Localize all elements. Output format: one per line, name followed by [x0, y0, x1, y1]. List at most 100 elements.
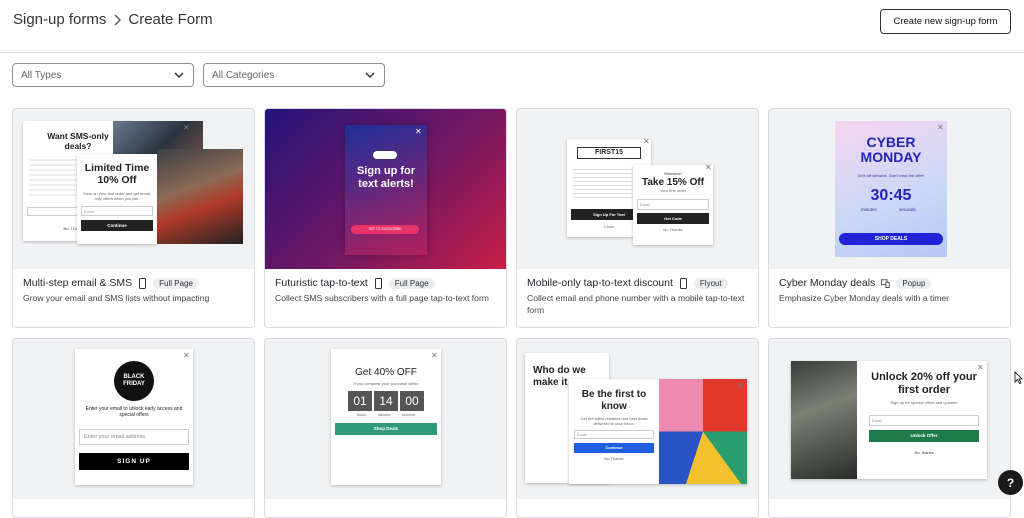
timer-hours: 01: [348, 391, 372, 411]
template-title: Mobile-only tap-to-text discount: [527, 277, 673, 289]
template-preview: ✕ Sign up for text alerts! TAP TO SUBSCR…: [265, 109, 506, 269]
preview-button: Get Code: [637, 213, 709, 224]
template-title: Futuristic tap-to-text: [275, 277, 368, 289]
template-title: Cyber Monday deals: [779, 277, 876, 289]
preview-email-field: Email: [574, 430, 654, 439]
template-card[interactable]: ✕ BLACK FRIDAY Enter your email to unloc…: [12, 338, 255, 518]
preview-button: TAP TO SUBSCRIBE: [351, 225, 419, 234]
template-title: Multi-step email & SMS: [23, 277, 133, 289]
preview-email-field: Email: [869, 415, 979, 426]
preview-subtitle: Your first order: [659, 188, 687, 193]
template-preview: ✕ CYBER MONDAY 30% off sitewide. Don't m…: [769, 109, 1010, 269]
preview-title: Be the first to know: [581, 389, 647, 412]
mobile-icon: [139, 277, 147, 289]
badge-line-1: BLACK: [123, 374, 145, 380]
preview-title: Get 40% OFF: [355, 367, 417, 378]
timer-seconds-label: seconds: [401, 413, 416, 417]
close-icon: ✕: [431, 351, 438, 360]
preview-button: Unlock Offer: [869, 430, 979, 442]
preview-decline: No, thanks: [914, 450, 934, 455]
timer-minutes: 14: [374, 391, 398, 411]
breadcrumb-parent-link[interactable]: Sign-up forms: [13, 11, 106, 28]
help-button[interactable]: ?: [998, 470, 1023, 495]
preview-subtitle: Sign up for special offers and updates: [890, 400, 958, 405]
form-type-badge: Popup: [896, 277, 932, 289]
preview-welcome: Welcome!: [664, 171, 682, 176]
badge-line-2: FRIDAY: [123, 381, 145, 387]
preview-button: Continue: [574, 443, 654, 453]
template-card[interactable]: Want SMS-only deals? No, I Don't Want Li…: [12, 108, 255, 328]
preview-button: Shop Deals: [335, 423, 437, 435]
preview-email-field: Email: [637, 199, 709, 210]
form-type-badge: Flyout: [693, 277, 728, 289]
chevron-down-icon: [174, 72, 184, 79]
preview-title-line2: MONDAY: [860, 149, 922, 165]
template-preview: ✕ BLACK FRIDAY Enter your email to unloc…: [13, 339, 254, 499]
preview-minutes-label: minutes: [861, 207, 877, 212]
desktop-mobile-icon: [881, 278, 890, 288]
template-card[interactable]: ✕ CYBER MONDAY 30% off sitewide. Don't m…: [768, 108, 1011, 328]
template-preview: Who do we make it Be the first to know G…: [517, 339, 758, 499]
chevron-right-icon: [114, 14, 122, 25]
template-card[interactable]: ✕ Get 40% OFF If you complete your purch…: [264, 338, 507, 518]
breadcrumb-current: Create Form: [128, 11, 213, 28]
mobile-icon: [374, 277, 382, 289]
preview-decline: No Thanks: [604, 456, 624, 461]
preview-email-field: Enter your email address: [79, 429, 189, 445]
preview-title: Sign up for text alerts!: [356, 165, 416, 190]
close-icon: ✕: [705, 163, 712, 172]
timer-minutes-label: minutes: [377, 413, 390, 417]
preview-code: FIRST15: [577, 147, 641, 159]
preview-subtitle: Save on your first order and get email-o…: [82, 191, 152, 201]
template-card[interactable]: ✕ Sign up for text alerts! TAP TO SUBSCR…: [264, 108, 507, 328]
preview-subtitle: Get the latest releases and best deals d…: [580, 416, 648, 426]
types-select-value: All Types: [21, 69, 62, 81]
close-icon: ✕: [415, 127, 422, 136]
timer-seconds: 00: [400, 391, 424, 411]
preview-button: Continue: [81, 220, 153, 231]
categories-select[interactable]: All Categories: [203, 63, 385, 87]
template-card[interactable]: FIRST15 Sign Up For Text Close ✕ ✕ Welco…: [516, 108, 759, 328]
preview-title: Limited Time 10% Off: [84, 162, 150, 186]
close-icon: ✕: [183, 351, 190, 360]
preview-title: Take 15% Off: [641, 177, 705, 188]
preview-title: CYBER: [866, 134, 916, 150]
form-type-badge: Full Page: [153, 277, 199, 289]
cursor-icon: [1014, 371, 1023, 384]
template-description: Grow your email and SMS lists without im…: [23, 293, 210, 303]
preview-button: SIGN UP: [79, 453, 189, 470]
template-description: Collect SMS subscribers with a full page…: [275, 293, 489, 303]
preview-subtitle: 30% off sitewide. Don't miss the offer!: [857, 173, 925, 178]
page-header: Sign-up forms Create Form Create new sig…: [0, 0, 1024, 53]
categories-select-value: All Categories: [212, 69, 275, 81]
template-card[interactable]: Who do we make it Be the first to know G…: [516, 338, 759, 518]
create-new-form-button[interactable]: Create new sign-up form: [880, 9, 1011, 34]
timer-hours-label: hours: [356, 413, 366, 417]
preview-button: SHOP DEALS: [839, 233, 943, 245]
preview-decline: No Thanks: [663, 227, 683, 232]
preview-email-field: Email: [81, 206, 153, 216]
close-icon: ✕: [643, 137, 650, 146]
preview-subtitle: Enter your email to unlock early access …: [85, 406, 183, 418]
close-icon: ✕: [183, 123, 190, 132]
template-preview: FIRST15 Sign Up For Text Close ✕ ✕ Welco…: [517, 109, 758, 269]
template-card[interactable]: ✕ Unlock 20% off your first order Sign u…: [768, 338, 1011, 518]
close-icon: ✕: [977, 363, 984, 372]
preview-seconds-label: seconds: [899, 207, 916, 212]
black-friday-badge: BLACK FRIDAY: [114, 361, 154, 401]
mobile-icon: [679, 277, 687, 289]
preview-title: Unlock 20% off your first order: [871, 371, 977, 396]
types-select[interactable]: All Types: [12, 63, 194, 87]
template-description: Collect email and phone number with a mo…: [527, 293, 745, 315]
chevron-down-icon: [365, 72, 375, 79]
template-description: Emphasize Cyber Monday deals with a time…: [779, 293, 950, 303]
breadcrumb: Sign-up forms Create Form: [13, 11, 213, 28]
close-icon: ✕: [937, 123, 944, 132]
template-preview: ✕ Unlock 20% off your first order Sign u…: [769, 339, 1010, 499]
template-preview: ✕ Get 40% OFF If you complete your purch…: [265, 339, 506, 499]
preview-timer: 30:45: [870, 187, 912, 204]
form-type-badge: Full Page: [388, 277, 435, 289]
template-preview: Want SMS-only deals? No, I Don't Want Li…: [13, 109, 254, 269]
preview-subtitle: If you complete your purchase within: [353, 381, 419, 386]
close-icon: ✕: [737, 381, 744, 390]
